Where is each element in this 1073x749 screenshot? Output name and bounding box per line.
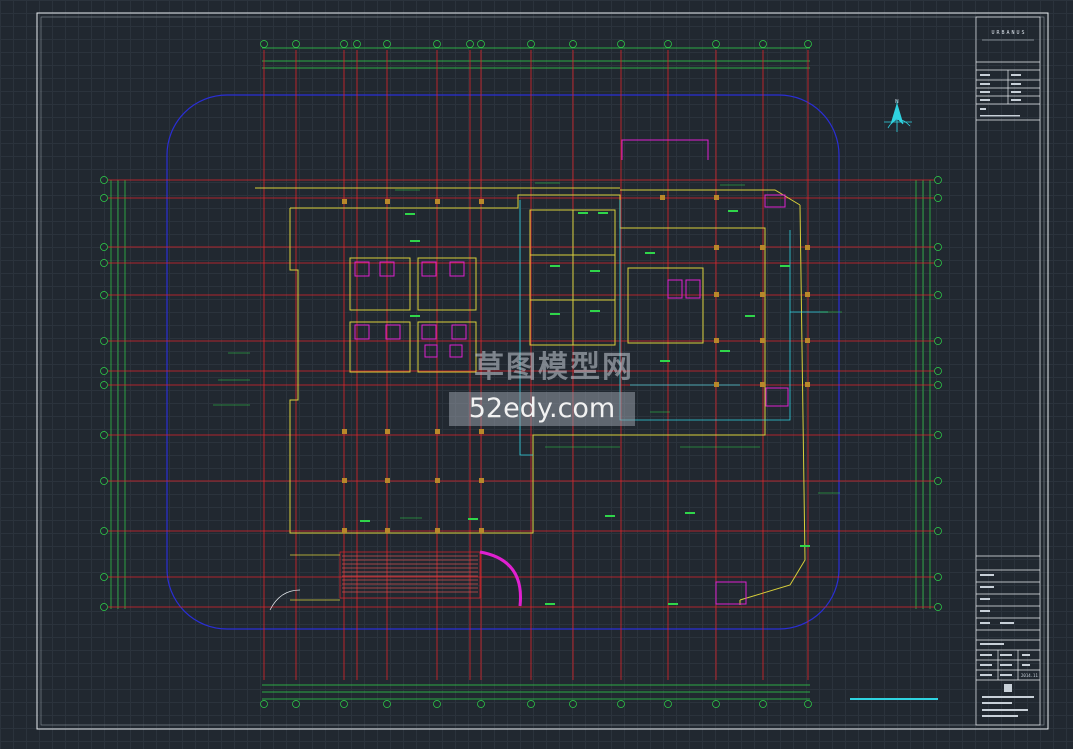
title-block-brand: URBANUS <box>991 30 1027 36</box>
north-label: N <box>895 99 899 105</box>
watermark-chinese: 草图模型网 <box>474 350 634 385</box>
watermark-url: 52edy.com <box>449 392 635 426</box>
title-block-text-stubs <box>980 74 1034 717</box>
cad-viewport[interactable]: N URBANUS 2014.11 草图模型网 52edy.com <box>0 0 1073 749</box>
title-block-date: 2014.11 <box>1021 673 1038 678</box>
parking-ramp <box>269 550 522 611</box>
title-block <box>975 16 1041 726</box>
